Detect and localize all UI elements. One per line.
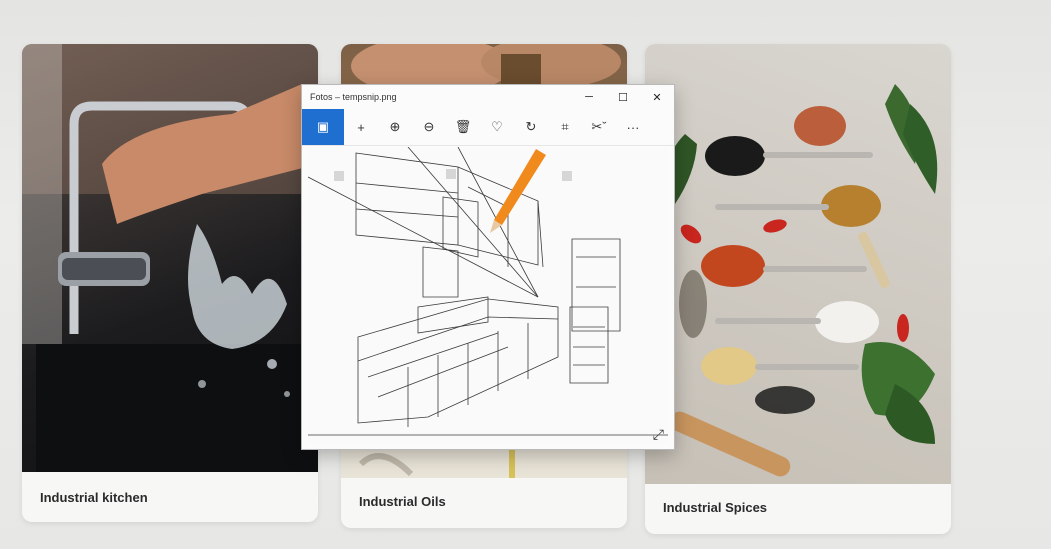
minimize-icon: ─ [585, 91, 593, 103]
image-canvas[interactable] [308, 147, 668, 443]
card-caption: Industrial kitchen [40, 490, 148, 505]
delete-icon: 🗑 [454, 119, 472, 134]
pencil-icon [490, 149, 546, 233]
enhance-icon: ▣ [316, 119, 330, 134]
close-button[interactable]: ✕ [640, 85, 674, 109]
minimize-button[interactable]: ─ [572, 85, 606, 109]
expand-icon[interactable]: ⤢ [653, 426, 664, 443]
zoom-in-icon: ⊕ [389, 119, 401, 134]
card-caption: Industrial Oils [359, 494, 446, 509]
favorite-button[interactable]: ♡ [480, 109, 514, 145]
zoom-out-button[interactable]: ⊖ [412, 109, 446, 145]
card-caption: Industrial Spices [663, 500, 768, 515]
delete-button[interactable]: 🗑 [446, 109, 480, 145]
viewer-toolbar: ▣ + ⊕ ⊖ 🗑 ♡ ↻ ⌗ ✂ˇ ··· [302, 109, 674, 146]
zoom-out-icon: ⊖ [423, 119, 435, 134]
crop-icon: ⌗ [561, 119, 569, 134]
photo-viewer-window[interactable]: Fotos – tempsnip.png ─ ☐ ✕ ▣ + ⊕ ⊖ 🗑 ♡ ↻ ⌗ ✂ˇ ··· [301, 84, 675, 450]
favorite-icon: ♡ [491, 119, 503, 134]
rotate-button[interactable]: ↻ [514, 109, 548, 145]
add-button[interactable]: + [344, 109, 378, 145]
maximize-button[interactable]: ☐ [606, 85, 640, 109]
spices-photo [645, 44, 951, 484]
more-icon: ··· [626, 119, 640, 135]
kitchen-photo [22, 44, 318, 472]
title-bar[interactable]: Fotos – tempsnip.png ─ ☐ ✕ [302, 85, 674, 109]
enhance-button[interactable]: ▣ [302, 109, 344, 145]
maximize-icon: ☐ [618, 91, 628, 104]
window-title: Fotos – tempsnip.png [310, 92, 397, 102]
add-icon: + [357, 119, 365, 135]
card-industrial-kitchen[interactable]: Industrial kitchen [22, 44, 318, 522]
more-button[interactable]: ··· [616, 109, 650, 145]
close-icon: ✕ [652, 91, 662, 104]
edit-button[interactable]: ✂ˇ [582, 109, 616, 145]
zoom-in-button[interactable]: ⊕ [378, 109, 412, 145]
kitchen-sketch-image [308, 147, 668, 436]
rotate-icon: ↻ [525, 119, 537, 134]
edit-icon: ✂ˇ [591, 119, 607, 134]
crop-button[interactable]: ⌗ [548, 109, 582, 145]
card-industrial-spices[interactable]: Industrial Spices [645, 44, 951, 534]
